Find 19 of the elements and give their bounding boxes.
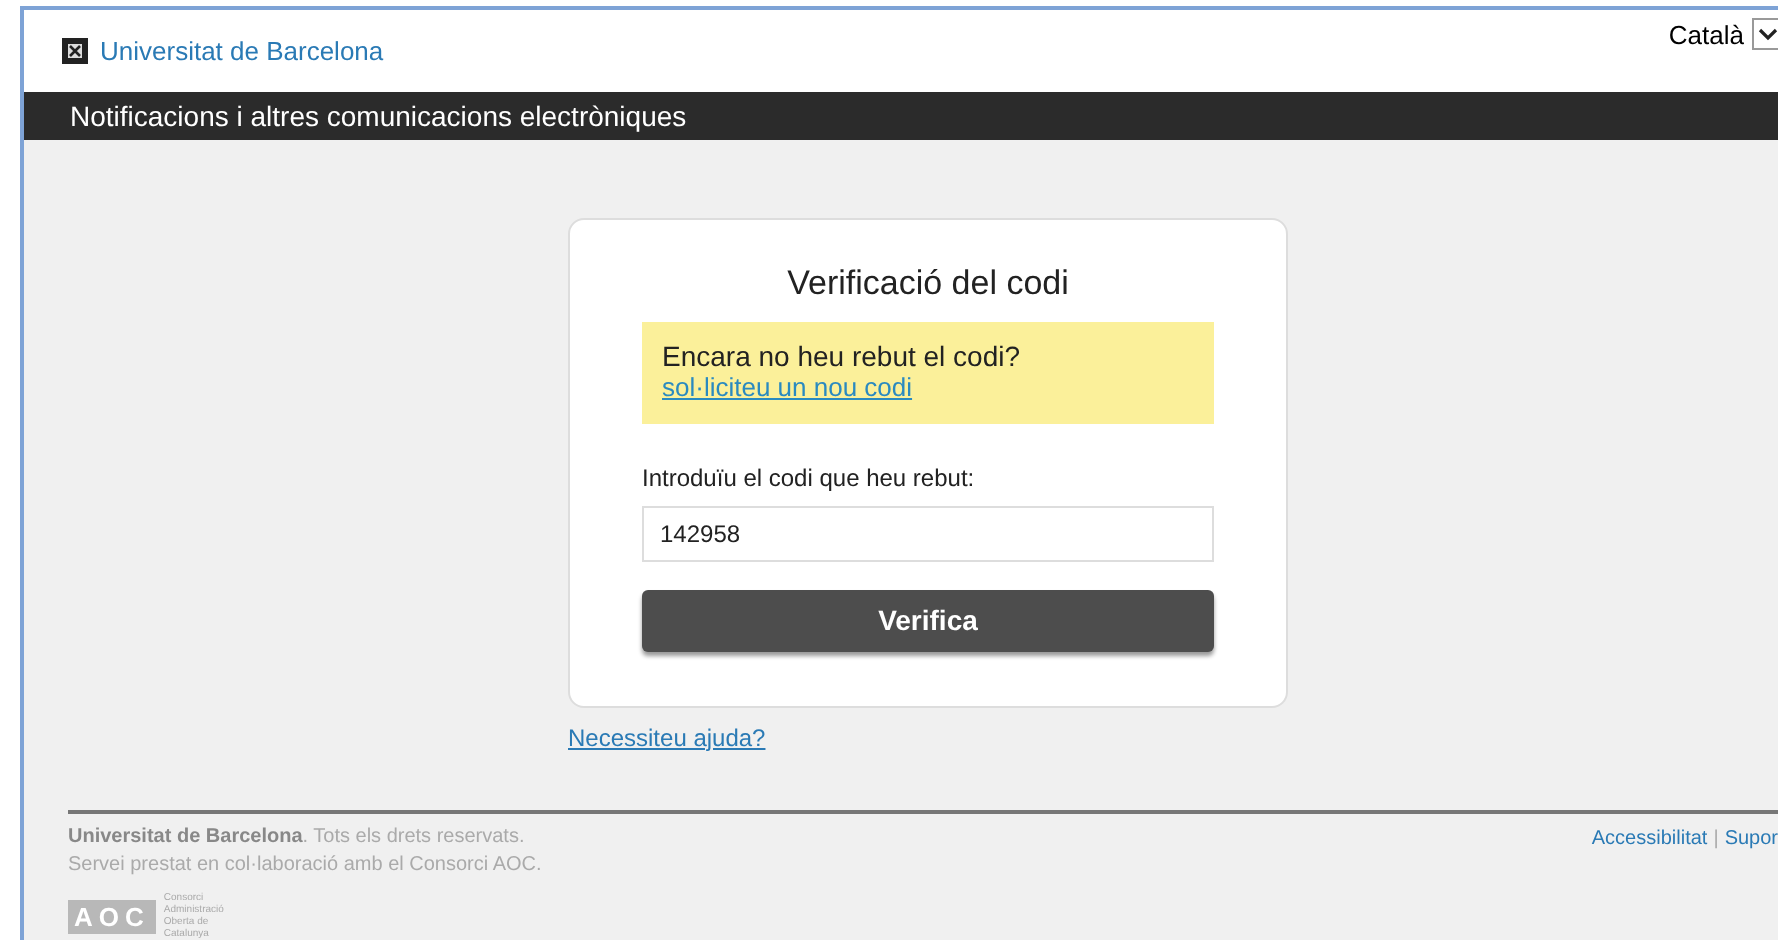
card-title: Verificació del codi bbox=[787, 263, 1069, 304]
help-link[interactable]: Necessiteu ajuda? bbox=[568, 723, 766, 752]
copyright-text: Universitat de Barcelona. Tots els drets reservats. bbox=[68, 826, 525, 848]
page-title: Notificacions i altres comunicacions electròniques bbox=[70, 99, 687, 132]
service-text: Servei prestat en col·laboració amb el Consorci AOC. bbox=[68, 854, 542, 876]
request-code-link[interactable]: sol·liciteu un nou codi bbox=[662, 371, 913, 404]
notice-text: Encara no heu rebut el codi? bbox=[662, 339, 1021, 372]
chevron-down-icon bbox=[1758, 26, 1778, 42]
footer-link[interactable]: Supor bbox=[1724, 828, 1778, 850]
link-separator: | bbox=[1713, 828, 1719, 850]
aoc-logo: AOC bbox=[68, 899, 156, 933]
language-dropdown[interactable] bbox=[1752, 18, 1778, 50]
verify-button[interactable]: Verifica bbox=[642, 589, 1214, 652]
language-label: Català bbox=[1668, 19, 1744, 49]
code-input-field[interactable]: 142958 bbox=[642, 505, 1214, 562]
logo-icon bbox=[62, 37, 88, 64]
footer-link[interactable]: Accessibilitat bbox=[1591, 828, 1708, 850]
field-label: Introduïu el codi que heu rebut: bbox=[642, 463, 975, 492]
site-name-link[interactable]: Universitat de Barcelona bbox=[100, 35, 384, 66]
